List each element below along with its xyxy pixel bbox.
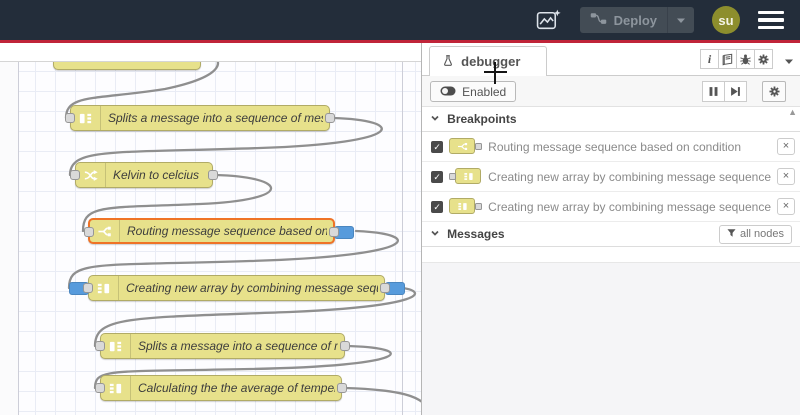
flow-node[interactable]	[53, 62, 201, 70]
messages-section-header[interactable]: Messages all nodes	[422, 222, 800, 247]
join-node-icon	[89, 276, 119, 300]
output-port[interactable]	[340, 341, 350, 351]
flow-node[interactable]: Routing message sequence based on condit…	[84, 218, 354, 244]
message-filter-button[interactable]: all nodes	[718, 224, 792, 244]
sidebar-tab-list-button[interactable]	[784, 52, 794, 70]
main-menu-button[interactable]	[758, 10, 784, 30]
flow-node[interactable]: Splits a message into a sequence of mess…	[65, 105, 335, 131]
flow-node[interactable]: Calculating the the average of temperatu…	[95, 375, 347, 401]
breakpoints-section-header[interactable]: Breakpoints	[422, 107, 800, 132]
flow-node[interactable]: Creating new array by combining message …	[69, 275, 405, 301]
deploy-button[interactable]: Deploy	[579, 7, 694, 33]
split-node-icon	[71, 106, 101, 130]
list-scroll-up-icon[interactable]: ▲	[788, 107, 797, 117]
input-port[interactable]	[83, 283, 93, 293]
breakpoint-label: Creating new array by combining message …	[488, 169, 771, 184]
app-header: Deploy su	[0, 0, 800, 40]
input-port[interactable]	[70, 170, 80, 180]
chevron-down-icon	[430, 227, 440, 241]
output-port[interactable]	[380, 283, 390, 293]
info-tab-button[interactable]: i	[700, 49, 719, 69]
deploy-options-button[interactable]	[667, 7, 694, 33]
debug-sidebar: debugger i Enabled Breakpoints ✓ Routing…	[421, 43, 800, 415]
flow-node[interactable]: Kelvin to celcius	[70, 162, 218, 188]
split-node-icon	[101, 334, 131, 358]
breakpoint-label: Creating new array by combining message …	[488, 199, 771, 214]
breakpoint-row: ✓ Creating new array by combining message…	[422, 192, 800, 222]
output-port[interactable]	[325, 113, 335, 123]
user-avatar[interactable]: su	[712, 6, 740, 34]
messages-empty-list	[422, 247, 800, 263]
output-port[interactable]	[337, 383, 347, 393]
config-gear-button[interactable]	[754, 49, 773, 69]
breakpoint-checkbox[interactable]: ✓	[431, 140, 444, 153]
output-port[interactable]	[329, 227, 339, 237]
debugger-settings-button[interactable]	[762, 81, 786, 102]
switch-mini-node-icon	[449, 138, 483, 155]
remove-breakpoint-button[interactable]: ×	[777, 168, 795, 185]
sidebar-filler	[422, 263, 800, 415]
output-port[interactable]	[208, 170, 218, 180]
breakpoint-checkbox[interactable]: ✓	[431, 170, 444, 183]
node-label: Routing message sequence based on condit…	[127, 224, 327, 238]
node-label: Splits a message into a sequence of mess…	[138, 339, 338, 353]
node-label: Splits a message into a sequence of mess…	[108, 111, 323, 125]
flow-node[interactable]: Splits a message into a sequence of mess…	[95, 333, 350, 359]
breakpoint-checkbox[interactable]: ✓	[431, 200, 444, 213]
chevron-down-icon	[430, 112, 440, 126]
sidebar-tabbar: debugger i	[422, 43, 800, 76]
export-image-icon[interactable]	[536, 8, 562, 32]
node-red-app: Deploy su + Splits a message into a sequ…	[0, 0, 800, 415]
help-book-button[interactable]	[718, 49, 737, 69]
flow-canvas: + Splits a message into a sequence of me…	[0, 43, 569, 415]
change-node-icon	[76, 163, 106, 187]
node-label: Calculating the the average of temperatu…	[138, 381, 335, 395]
breakpoint-label: Routing message sequence based on condit…	[488, 139, 742, 154]
step-button[interactable]	[724, 81, 747, 102]
input-port[interactable]	[95, 383, 105, 393]
flask-icon	[442, 54, 454, 70]
debugger-toolbar: Enabled	[422, 76, 800, 107]
join-mini-node-icon	[449, 198, 483, 215]
input-port[interactable]	[84, 227, 94, 237]
join-node-icon	[101, 376, 131, 400]
deploy-node-icon	[590, 12, 607, 28]
pause-button[interactable]	[702, 81, 725, 102]
remove-breakpoint-button[interactable]: ×	[777, 138, 795, 155]
toggle-icon	[440, 85, 456, 99]
remove-breakpoint-button[interactable]: ×	[777, 198, 795, 215]
input-port[interactable]	[95, 341, 105, 351]
wire[interactable]	[343, 386, 434, 415]
node-label: Creating new array by combining message …	[126, 281, 378, 295]
debug-bug-button[interactable]	[736, 49, 755, 69]
funnel-icon	[727, 228, 736, 241]
switch-node-icon	[90, 220, 120, 242]
breakpoint-row: ✓ Creating new array by combining message…	[422, 162, 800, 192]
breakpoint-row: ✓ Routing message sequence based on condi…	[422, 132, 800, 162]
debugger-enabled-toggle[interactable]: Enabled	[430, 81, 517, 102]
node-label: Kelvin to celcius	[113, 168, 200, 182]
deploy-label: Deploy	[613, 12, 657, 28]
join-mini-node-icon	[449, 168, 482, 185]
input-port[interactable]	[65, 113, 75, 123]
